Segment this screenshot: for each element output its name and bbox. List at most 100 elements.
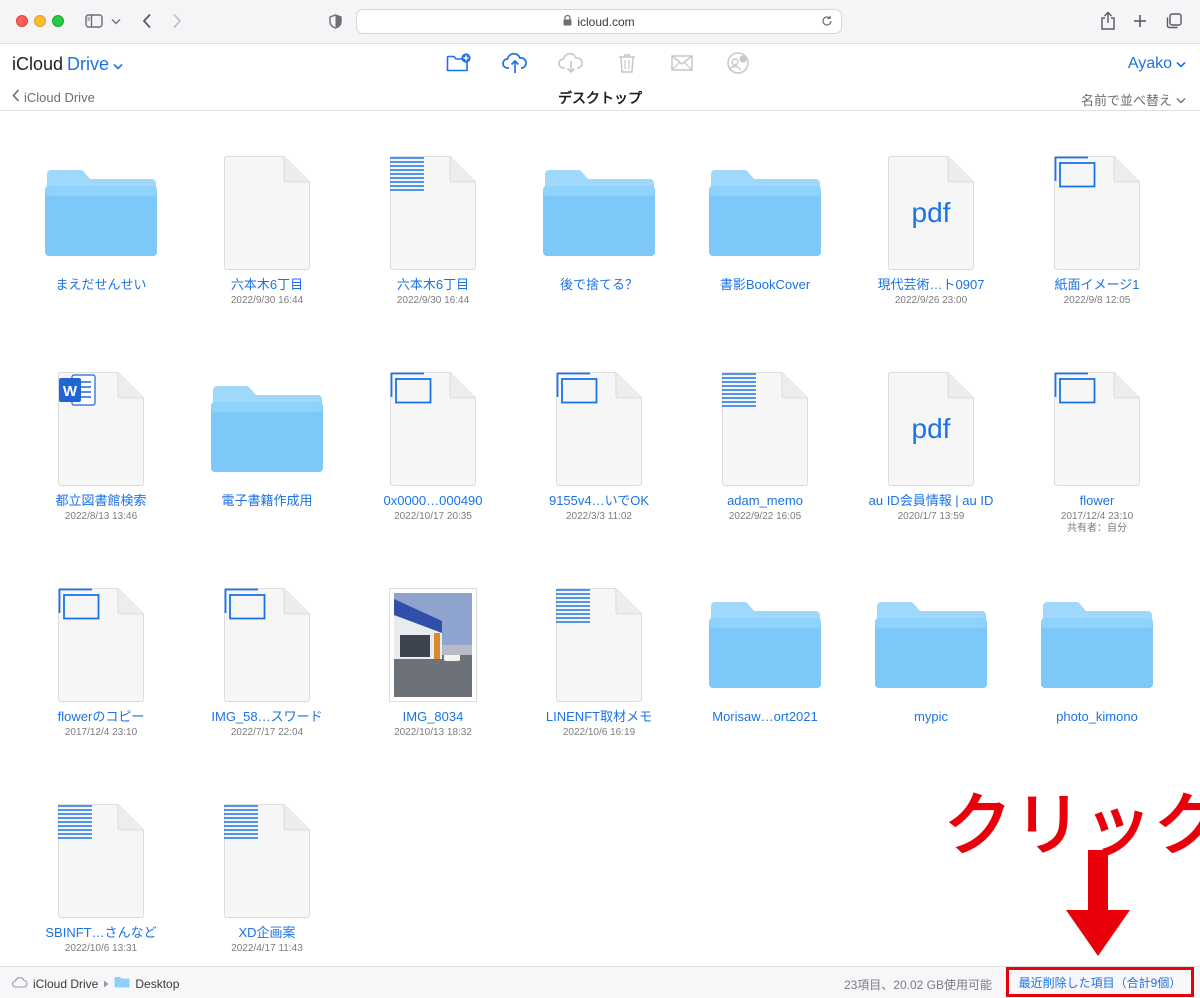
item-thumbnail <box>516 356 682 486</box>
tab-overview-icon[interactable] <box>1164 10 1184 32</box>
folder-icon <box>709 602 821 688</box>
delete-button[interactable] <box>613 51 641 75</box>
share-icon[interactable] <box>1098 10 1118 32</box>
item-name: flowerのコピー 2017/12/4 23:10 <box>18 709 184 739</box>
file-item[interactable]: IMG_8034 2022/10/13 18:32 <box>350 572 516 782</box>
account-name: Ayako <box>1127 55 1172 72</box>
item-date: 2017/12/4 23:10 <box>64 727 138 738</box>
folder-item[interactable]: Morisaw…ort2021 <box>682 572 848 782</box>
document-icon: pdf <box>888 372 974 486</box>
item-thumbnail <box>350 356 516 486</box>
item-name: 電子書籍作成用 <box>221 493 313 508</box>
download-button[interactable] <box>557 51 585 75</box>
item-date: 2022/4/17 11:43 <box>231 943 303 954</box>
path-bar: iCloud Drive デスクトップ 名前で並べ替え <box>0 85 1200 111</box>
document-icon <box>58 804 144 918</box>
item-thumbnail <box>516 572 682 702</box>
minimize-window-button[interactable] <box>34 15 46 27</box>
file-item[interactable]: 六本木6丁目 2022/9/30 16:44 <box>184 140 350 350</box>
image-stack-icon <box>556 372 598 404</box>
item-thumbnail <box>18 788 184 918</box>
file-item[interactable]: flowerのコピー 2017/12/4 23:10 <box>18 572 184 782</box>
app-toolbar: iCloud Drive Ayako <box>0 45 1200 85</box>
breadcrumb-current[interactable]: Desktop <box>135 977 179 991</box>
sort-menu[interactable]: 名前で並べ替え <box>1081 90 1186 109</box>
folder-item[interactable]: mypic <box>848 572 1014 782</box>
breadcrumb-separator-icon <box>103 977 109 991</box>
file-item[interactable]: pdf 現代芸術…ト0907 2022/9/26 23:00 <box>848 140 1014 350</box>
item-name: 0x0000…000490 2022/10/17 20:35 <box>350 493 516 523</box>
file-item[interactable]: W 都立図書館検索 2022/8/13 13:46 <box>18 356 184 566</box>
item-thumbnail <box>184 788 350 918</box>
file-item[interactable]: IMG_58…スワード 2022/7/17 22:04 <box>184 572 350 782</box>
item-name: IMG_8034 2022/10/13 18:32 <box>350 709 516 739</box>
zoom-window-button[interactable] <box>52 15 64 27</box>
folder-item[interactable]: photo_kimono <box>1014 572 1180 782</box>
pdf-label: pdf <box>911 197 951 228</box>
text-lines-icon <box>224 805 258 839</box>
file-item[interactable]: 六本木6丁目 2022/9/30 16:44 <box>350 140 516 350</box>
item-name: mypic <box>914 709 948 724</box>
breadcrumb: iCloud Drive Desktop <box>12 976 179 991</box>
document-icon <box>1054 156 1140 270</box>
folder-item[interactable]: まえだせんせい <box>18 140 184 350</box>
file-item[interactable]: 0x0000…000490 2022/10/17 20:35 <box>350 356 516 566</box>
forward-arrow-icon[interactable] <box>168 10 186 32</box>
sidebar-toggle-icon[interactable] <box>84 10 104 32</box>
privacy-shield-icon[interactable] <box>326 10 344 32</box>
folder-item[interactable]: 書影BookCover <box>682 140 848 350</box>
file-item[interactable]: flower 2017/12/4 23:10 共有者：自分 <box>1014 356 1180 566</box>
file-item[interactable]: LINENFT取材メモ 2022/10/6 16:19 <box>516 572 682 782</box>
item-date: 2017/12/4 23:10 <box>1060 511 1134 522</box>
file-item[interactable]: pdf au ID会員情報 | au ID 2020/1/7 13:59 <box>848 356 1014 566</box>
account-menu[interactable]: Ayako <box>1128 55 1186 73</box>
app-title-menu[interactable]: iCloud Drive <box>12 54 123 75</box>
document-icon <box>224 804 310 918</box>
add-people-icon <box>727 52 749 74</box>
recently-deleted-link[interactable]: 最近削除した項目（合計9個） <box>1006 967 1194 997</box>
item-name: photo_kimono <box>1056 709 1138 724</box>
breadcrumb-root[interactable]: iCloud Drive <box>33 977 98 991</box>
upload-button[interactable] <box>501 51 529 75</box>
close-window-button[interactable] <box>16 15 28 27</box>
image-stack-icon <box>1054 372 1096 404</box>
chevron-down-icon[interactable] <box>110 10 122 32</box>
new-folder-button[interactable] <box>445 51 473 75</box>
item-date: 2022/9/26 23:00 <box>894 295 968 306</box>
document-icon <box>556 372 642 486</box>
back-arrow-icon[interactable] <box>138 10 156 32</box>
file-item[interactable]: adam_memo 2022/9/22 16:05 <box>682 356 848 566</box>
add-people-button[interactable] <box>724 51 752 75</box>
item-name: adam_memo 2022/9/22 16:05 <box>682 493 848 523</box>
photo-thumbnail <box>389 588 477 702</box>
item-name: SBINFT…さんなど 2022/10/6 13:31 <box>18 925 184 955</box>
folder-item[interactable]: 電子書籍作成用 <box>184 356 350 566</box>
item-date: 2022/9/8 12:05 <box>1063 295 1131 306</box>
folder-title: デスクトップ <box>558 90 642 106</box>
item-date: 2022/10/6 16:19 <box>562 727 636 738</box>
address-bar[interactable]: icloud.com <box>356 9 842 34</box>
file-item[interactable]: 9155v4…いでOK 2022/3/3 11:02 <box>516 356 682 566</box>
new-tab-icon[interactable] <box>1130 10 1150 32</box>
svg-text:W: W <box>63 383 78 400</box>
item-thumbnail <box>18 140 184 270</box>
item-thumbnail: pdf <box>848 140 1014 270</box>
file-item[interactable]: 紙面イメージ1 2022/9/8 12:05 <box>1014 140 1180 350</box>
folder-plus-icon <box>446 53 471 72</box>
item-date: 2022/9/22 16:05 <box>728 511 802 522</box>
document-icon: W <box>58 372 144 486</box>
browser-chrome: icloud.com <box>0 0 1200 44</box>
text-lines-icon <box>390 157 424 191</box>
item-name: LINENFT取材メモ 2022/10/6 16:19 <box>516 709 682 739</box>
image-stack-icon <box>390 372 432 404</box>
text-lines-icon <box>58 805 92 839</box>
reload-icon[interactable] <box>821 15 833 30</box>
folder-item[interactable]: 後で捨てる？ <box>516 140 682 350</box>
chevron-down-icon <box>113 54 123 75</box>
item-name: まえだせんせい <box>55 277 147 292</box>
app-title-drive: Drive <box>67 54 110 74</box>
item-name: 都立図書館検索 2022/8/13 13:46 <box>18 493 184 523</box>
mail-button[interactable] <box>668 51 696 75</box>
item-thumbnail <box>682 356 848 486</box>
item-name: 現代芸術…ト0907 2022/9/26 23:00 <box>848 277 1014 307</box>
